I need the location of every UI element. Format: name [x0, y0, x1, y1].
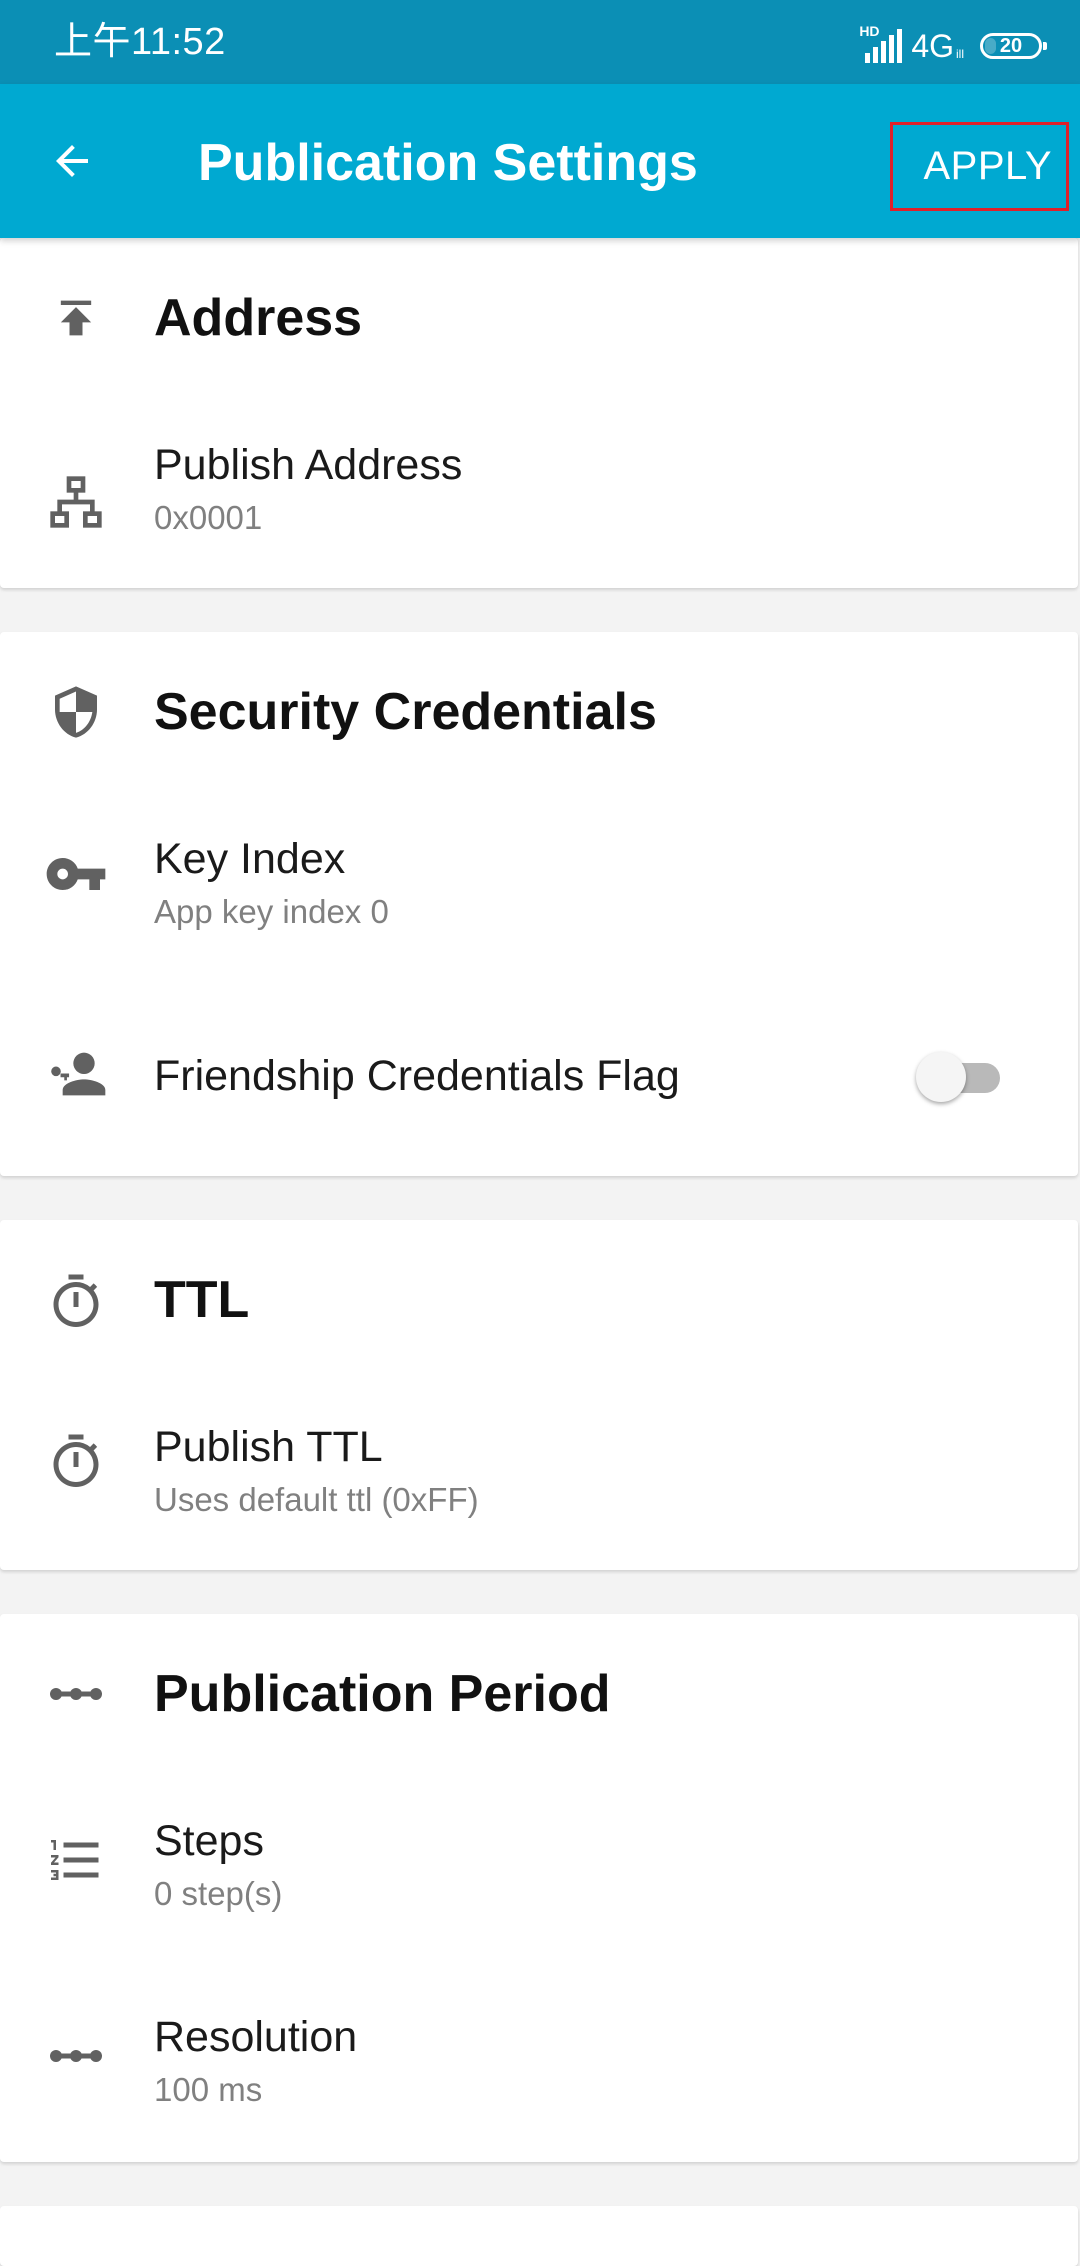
key-person-icon — [44, 1042, 108, 1106]
publish-ttl-value: Uses default ttl (0xFF) — [154, 1481, 479, 1518]
battery-icon: 20 — [980, 33, 1047, 59]
resolution-label: Resolution — [154, 2013, 358, 2061]
publish-ttl-label: Publish TTL — [154, 1423, 383, 1471]
apply-button[interactable]: APPLY — [890, 122, 1069, 211]
key-icon — [44, 842, 108, 906]
timer-icon — [44, 1270, 108, 1334]
publish-address-row[interactable]: Publish Address 0x0001 — [0, 398, 1078, 588]
signal-icon: HD — [857, 23, 903, 63]
section-title: Security Credentials — [154, 683, 657, 741]
page-title: Publication Settings — [198, 134, 698, 192]
key-index-value: App key index 0 — [154, 893, 389, 930]
resolution-value: 100 ms — [154, 2071, 263, 2108]
shield-icon — [44, 680, 108, 744]
steps-label: Steps — [154, 1817, 264, 1865]
section-title: Publication Period — [154, 1665, 611, 1723]
key-index-label: Key Index — [154, 835, 346, 883]
hd-label: HD — [859, 23, 880, 39]
status-bar: 上午11:52 HD 4G ill 20 — [0, 0, 1080, 84]
period-header: Publication Period — [0, 1614, 1078, 1774]
friendship-flag-row[interactable]: Friendship Credentials Flag — [0, 982, 1078, 1176]
publish-ttl-row[interactable]: Publish TTL Uses default ttl (0xFF) — [0, 1380, 1078, 1570]
period-card: Publication Period Steps 0 step(s) Resol… — [0, 1614, 1078, 2162]
section-title: Address — [154, 289, 363, 347]
arrow-left-icon — [56, 145, 88, 177]
numbered-list-icon — [44, 1828, 108, 1892]
timer-icon — [44, 1430, 108, 1494]
back-button[interactable] — [36, 125, 108, 197]
resolution-row[interactable]: Resolution 100 ms — [0, 1970, 1078, 2162]
publish-upload-icon — [44, 286, 108, 350]
address-card: Address Publish Address 0x0001 — [0, 238, 1078, 588]
steps-row[interactable]: Steps 0 step(s) — [0, 1774, 1078, 1970]
section-title: TTL — [154, 1271, 250, 1329]
ttl-card: TTL Publish TTL Uses default ttl (0xFF) — [0, 1220, 1078, 1570]
network-type: 4G — [911, 28, 954, 64]
dots-line-icon — [44, 2024, 108, 2088]
dots-line-icon — [44, 1662, 108, 1726]
next-card — [0, 2206, 1078, 2266]
network-tree-icon — [44, 470, 108, 534]
friendship-flag-label: Friendship Credentials Flag — [154, 1052, 680, 1100]
key-index-row[interactable]: Key Index App key index 0 — [0, 792, 1078, 982]
ttl-header: TTL — [0, 1220, 1078, 1380]
network-activity: ill — [956, 47, 964, 61]
friendship-flag-toggle[interactable] — [916, 1046, 1006, 1106]
address-header: Address — [0, 238, 1078, 398]
security-card: Security Credentials Key Index App key i… — [0, 632, 1078, 1176]
status-indicators: HD 4G ill 20 — [857, 23, 1047, 66]
security-header: Security Credentials — [0, 632, 1078, 792]
battery-level: 20 — [999, 35, 1023, 57]
publish-address-label: Publish Address — [154, 441, 463, 489]
publish-address-value: 0x0001 — [154, 499, 263, 536]
steps-value: 0 step(s) — [154, 1875, 283, 1912]
status-time: 上午11:52 — [54, 21, 226, 63]
